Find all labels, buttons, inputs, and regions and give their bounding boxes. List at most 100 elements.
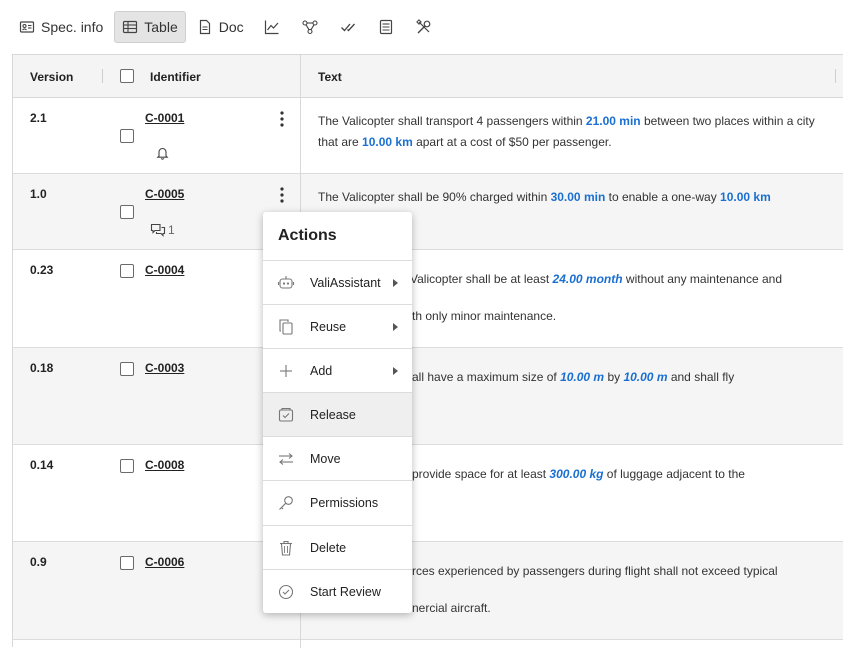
- check-icon: [340, 19, 356, 35]
- parameter-value[interactable]: 21.00 min: [586, 114, 641, 128]
- text-segment: provide space for at least: [412, 467, 550, 481]
- menu-item-delete[interactable]: Delete: [263, 525, 412, 569]
- submenu-arrow-icon: [393, 323, 398, 331]
- comments-icon: [150, 223, 166, 237]
- table-row[interactable]: 0.14 C-0008 provide space for at least 3…: [13, 445, 843, 542]
- version-cell: 0.9: [30, 555, 47, 569]
- version-cell: 0.18: [30, 361, 54, 375]
- row-checkbox[interactable]: [120, 556, 134, 570]
- menu-item-release[interactable]: Release: [263, 392, 412, 436]
- text-segment: The Valicopter shall be 90% charged with…: [318, 190, 551, 204]
- table-icon: [122, 19, 138, 35]
- requirement-text-line[interactable]: th only minor maintenance.: [412, 306, 812, 327]
- view-toolbar: Spec. info Table Doc: [12, 11, 445, 43]
- identifier-link[interactable]: C-0001: [145, 111, 184, 125]
- text-segment: The Valicopter shall transport 4 passeng…: [318, 114, 586, 128]
- version-cell: 2.1: [30, 111, 47, 125]
- text-segment: of luggage adjacent to the: [603, 467, 745, 481]
- menu-item-permissions[interactable]: Permissions: [263, 480, 412, 524]
- review-check-icon: [277, 583, 295, 601]
- menu-item-move[interactable]: Move: [263, 436, 412, 480]
- menu-item-start-review[interactable]: Start Review: [263, 569, 412, 613]
- table-header: Version Identifier Text: [13, 55, 843, 98]
- identifier-header[interactable]: Identifier: [150, 70, 201, 84]
- identifier-link[interactable]: C-0004: [145, 263, 184, 277]
- bell-icon[interactable]: [156, 146, 169, 160]
- requirement-text[interactable]: The Valicopter shall be 90% charged with…: [318, 187, 823, 208]
- row-checkbox[interactable]: [120, 264, 134, 278]
- requirement-text[interactable]: all have a maximum size of 10.00 m by 10…: [412, 367, 822, 388]
- identifier-link[interactable]: C-0006: [145, 555, 184, 569]
- submenu-arrow-icon: [393, 279, 398, 287]
- identifier-link[interactable]: C-0005: [145, 187, 184, 201]
- menu-title: Actions: [278, 227, 337, 244]
- text-segment: to enable a one-way: [605, 190, 721, 204]
- actions-context-menu: Actions ValiAssistant Reuse Add Release …: [263, 212, 412, 613]
- requirement-text-line[interactable]: nercial aircraft.: [412, 598, 812, 619]
- tools-view-button[interactable]: [407, 11, 441, 43]
- parameter-value[interactable]: 30.00 min: [551, 190, 606, 204]
- text-segment: and shall fly: [667, 370, 735, 384]
- menu-item-label: Permissions: [310, 495, 379, 510]
- spec-info-label: Spec. info: [41, 19, 104, 35]
- requirements-table: Version Identifier Text 2.1 C-0001 The V…: [12, 54, 843, 648]
- spec-info-button[interactable]: Spec. info: [12, 11, 110, 43]
- column-divider[interactable]: [835, 69, 836, 83]
- requirement-text[interactable]: provide space for at least 300.00 kg of …: [412, 464, 822, 485]
- requirement-text[interactable]: Valicopter shall be at least 24.00 month…: [410, 269, 820, 290]
- parameter-value[interactable]: 300.00 kg: [549, 467, 603, 481]
- calculator-view-button[interactable]: [369, 11, 403, 43]
- version-header[interactable]: Version: [30, 70, 73, 84]
- identifier-link[interactable]: C-0008: [145, 458, 184, 472]
- table-row[interactable]: 1.0 C-0005 1 The Valicopter shall be 90%…: [13, 174, 843, 250]
- submenu-arrow-icon: [393, 367, 398, 375]
- parameter-value[interactable]: 10.00 m: [560, 370, 604, 384]
- text-segment: all have a maximum size of: [412, 370, 561, 384]
- row-checkbox[interactable]: [120, 459, 134, 473]
- table-view-button[interactable]: Table: [114, 11, 186, 43]
- row-actions-menu-icon[interactable]: [275, 185, 289, 205]
- menu-item-label: Add: [310, 363, 333, 378]
- requirement-text[interactable]: rces experienced by passengers during fl…: [412, 561, 822, 582]
- row-checkbox[interactable]: [120, 362, 134, 376]
- menu-item-label: Release: [310, 407, 356, 422]
- menu-item-label: Move: [310, 451, 341, 466]
- requirement-text[interactable]: The Valicopter shall transport 4 passeng…: [318, 111, 823, 153]
- check-view-button[interactable]: [331, 11, 365, 43]
- version-cell: 0.23: [30, 263, 54, 277]
- menu-item-reuse[interactable]: Reuse: [263, 304, 412, 348]
- document-icon: [197, 19, 213, 35]
- parameter-value[interactable]: 10.00 m: [623, 370, 667, 384]
- menu-item-add[interactable]: Add: [263, 348, 412, 392]
- comments-indicator[interactable]: 1: [150, 223, 175, 237]
- chart-icon: [264, 19, 280, 35]
- table-row[interactable]: 0.23 C-0004 Valicopter shall be at least…: [13, 250, 843, 348]
- parameter-value[interactable]: 10.00 km: [362, 135, 413, 149]
- text-segment: by: [604, 370, 624, 384]
- row-checkbox[interactable]: [120, 205, 134, 219]
- parameter-value[interactable]: 10.00 km: [720, 190, 771, 204]
- menu-item-valiassistant[interactable]: ValiAssistant: [263, 260, 412, 304]
- parameter-value[interactable]: 24.00 month: [553, 272, 623, 286]
- calculator-icon: [378, 19, 394, 35]
- chart-view-button[interactable]: [255, 11, 289, 43]
- trash-icon: [277, 539, 295, 557]
- release-icon: [277, 406, 295, 424]
- text-header[interactable]: Text: [318, 70, 342, 84]
- table-row[interactable]: 2.1 C-0001 The Valicopter shall transpor…: [13, 98, 843, 174]
- robot-icon: [277, 274, 295, 292]
- doc-view-button[interactable]: Doc: [190, 11, 251, 43]
- column-divider[interactable]: [102, 69, 103, 83]
- menu-item-label: Delete: [310, 540, 347, 555]
- select-all-checkbox[interactable]: [120, 69, 134, 83]
- copy-icon: [277, 318, 295, 336]
- row-actions-menu-icon[interactable]: [275, 109, 289, 129]
- menu-item-label: Reuse: [310, 319, 347, 334]
- table-row[interactable]: 0.9 C-0006 rces experienced by passenger…: [13, 542, 843, 640]
- doc-view-label: Doc: [218, 19, 244, 35]
- row-checkbox[interactable]: [120, 129, 134, 143]
- graph-view-button[interactable]: [293, 11, 327, 43]
- table-row[interactable]: 0.18 C-0003 all have a maximum size of 1…: [13, 348, 843, 445]
- plus-icon: [277, 362, 295, 380]
- identifier-link[interactable]: C-0003: [145, 361, 184, 375]
